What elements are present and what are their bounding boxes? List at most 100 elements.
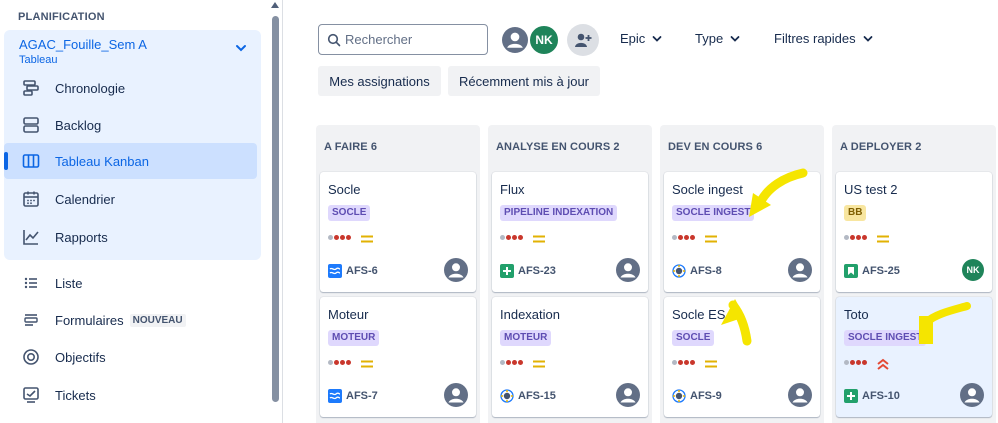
search-input[interactable] [345, 32, 475, 47]
sidebar-item-label: Chronologie [55, 80, 126, 96]
sidebar-item-label: Tickets [55, 387, 96, 403]
issue-key[interactable]: AFS-23 [518, 265, 556, 277]
assignee-avatar-icon[interactable] [444, 383, 468, 407]
board-column: A DEPLOYER 2 US test 2 BB AFS-25 NK Toto SOCLE… [832, 125, 996, 423]
active-indicator [4, 152, 8, 170]
add-people-button[interactable] [567, 24, 599, 56]
column-title: A DEPLOYER 2 [840, 141, 922, 153]
new-badge: NOUVEAU [129, 313, 186, 327]
card-epic-label[interactable]: PIPELINE INDEXATION [500, 205, 618, 221]
story-points-dots-icon [672, 360, 696, 365]
chevron-down-icon[interactable] [235, 42, 247, 54]
search-box[interactable] [318, 24, 488, 55]
card-title: Socle ingest [672, 182, 743, 197]
sidebar-item-label: Backlog [55, 117, 102, 133]
card-title: Socle [328, 182, 361, 197]
project-name[interactable]: AGAC_Fouille_Sem A [19, 37, 147, 52]
assignee-avatar-icon[interactable] [444, 258, 468, 282]
issue-card[interactable]: US test 2 BB AFS-25 NK [836, 172, 992, 292]
sidebar-item-rapports[interactable]: Rapports [4, 219, 257, 255]
story-points-dots-icon [500, 360, 524, 365]
issue-key[interactable]: AFS-15 [518, 390, 556, 402]
sidebar-item-label: Liste [55, 275, 83, 291]
add-issue-type-icon [844, 389, 858, 403]
gear-issue-type-icon [672, 264, 686, 278]
recemment-mis-a-jour-button[interactable]: Récemment mis à jour [448, 66, 600, 96]
priority-high-icon [876, 357, 890, 375]
story-points-dots-icon [672, 235, 696, 240]
board-column: ANALYSE EN COURS 2 Flux PIPELINE INDEXATIO… [488, 125, 652, 423]
issue-key[interactable]: AFS-6 [346, 265, 378, 277]
annotation-arrow-icon [749, 168, 808, 217]
gear-issue-type-icon [500, 389, 514, 403]
card-title: Flux [500, 182, 525, 197]
sidebar-item-label: Rapports [55, 229, 108, 245]
gear-issue-type-icon [672, 389, 686, 403]
sidebar-item-backlog[interactable]: Backlog [4, 107, 257, 143]
card-epic-label[interactable]: SOCLE [328, 205, 371, 221]
card-epic-label[interactable]: MOTEUR [328, 330, 380, 346]
sidebar-item-label: Objectifs [55, 349, 106, 365]
sidebar-item-chronologie[interactable]: Chronologie [4, 70, 257, 106]
story-points-dots-icon [844, 235, 868, 240]
issue-card[interactable]: Moteur MOTEUR AFS-7 [320, 297, 476, 417]
priority-medium-icon [532, 357, 546, 375]
issue-card[interactable]: Indexation MOTEUR AFS-15 [492, 297, 648, 417]
mes-assignations-button[interactable]: Mes assignations [318, 66, 441, 96]
story-points-dots-icon [328, 360, 352, 365]
filter-type[interactable]: Type [695, 31, 740, 46]
story-points-dots-icon [500, 235, 524, 240]
issue-key[interactable]: AFS-8 [690, 265, 722, 277]
board-column: A FAIRE 6 Socle SOCLE AFS-6 Moteur MOTEUR AFS-… [316, 125, 480, 423]
priority-medium-icon [360, 357, 374, 375]
sidebar-item-formulaires[interactable]: Formulaires NOUVEAU [4, 302, 257, 338]
sidebar-scrollbar-thumb[interactable] [272, 16, 279, 402]
assignee-avatar-icon[interactable] [616, 383, 640, 407]
section-title: PLANIFICATION [18, 11, 105, 23]
issue-key[interactable]: AFS-7 [346, 390, 378, 402]
assignee-avatar-icon[interactable] [788, 383, 812, 407]
issue-card[interactable]: Flux PIPELINE INDEXATION AFS-23 [492, 172, 648, 292]
sidebar-item-label: Formulaires [55, 312, 124, 328]
sidebar-item-calendrier[interactable]: Calendrier [4, 181, 257, 217]
sidebar-item-tickets[interactable]: Tickets [4, 377, 257, 413]
issue-key[interactable]: AFS-25 [862, 265, 900, 277]
avatar-nk-filter[interactable]: NK [528, 24, 560, 56]
filter-label: Epic [620, 31, 646, 46]
epic-wave-issue-type-icon [328, 264, 342, 278]
filter-label: Filtres rapides [774, 31, 856, 46]
issue-key[interactable]: AFS-10 [862, 390, 900, 402]
assignee-avatar[interactable]: NK [962, 259, 984, 281]
sidebar: PLANIFICATION AGAC_Fouille_Sem A Tableau… [0, 0, 282, 423]
filter-filtres-rapides[interactable]: Filtres rapides [774, 31, 873, 46]
sidebar-item-liste[interactable]: Liste [4, 265, 257, 301]
card-epic-label[interactable]: MOTEUR [500, 330, 552, 346]
assignee-avatar-icon[interactable] [960, 383, 984, 407]
sidebar-item-objectifs[interactable]: Objectifs [4, 339, 257, 375]
search-icon [327, 33, 341, 46]
priority-medium-icon [876, 232, 890, 250]
assignee-avatar-icon[interactable] [616, 258, 640, 282]
issue-card[interactable]: Socle SOCLE AFS-6 [320, 172, 476, 292]
scroll-up-icon[interactable] [271, 2, 279, 8]
priority-medium-icon [704, 232, 718, 250]
card-epic-label[interactable]: SOCLE [672, 330, 715, 346]
epic-wave-issue-type-icon [328, 389, 342, 403]
issue-key[interactable]: AFS-9 [690, 390, 722, 402]
filter-epic[interactable]: Epic [620, 31, 662, 46]
card-epic-label[interactable]: SOCLE INGEST [672, 205, 755, 221]
card-title: US test 2 [844, 182, 898, 197]
card-epic-label[interactable]: BB [844, 205, 867, 221]
priority-medium-icon [360, 232, 374, 250]
story-points-dots-icon [328, 235, 352, 240]
sidebar-item-tableau-kanban[interactable]: Tableau Kanban [4, 143, 257, 179]
avatar-initials: NK [535, 33, 553, 47]
story-points-dots-icon [844, 360, 868, 365]
add-user-icon [575, 33, 592, 47]
avatar-user-filter[interactable] [500, 25, 530, 55]
assignee-avatar-icon[interactable] [788, 258, 812, 282]
annotation-arrow-icon [721, 299, 752, 346]
board-icon [21, 151, 41, 171]
story-issue-type-icon [844, 264, 858, 278]
reports-icon [21, 227, 41, 247]
